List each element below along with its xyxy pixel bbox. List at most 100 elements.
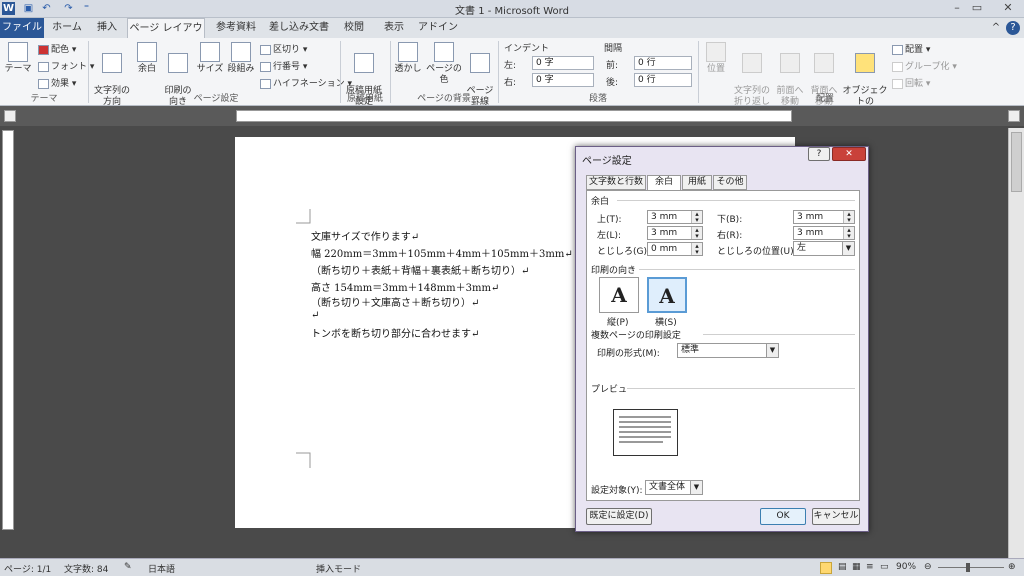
- dialog-close-button[interactable]: ✕: [832, 147, 866, 161]
- insert-mode-indicator[interactable]: 挿入モード: [316, 562, 361, 575]
- full-screen-view-icon[interactable]: ▤: [838, 562, 847, 572]
- apply-to-select[interactable]: 文書全体 ▼: [645, 480, 703, 495]
- zoom-out-icon[interactable]: ⊖: [924, 562, 932, 572]
- indent-left-input[interactable]: 0 字: [532, 56, 594, 70]
- status-bar: ページ: 1/1 文字数: 84 ✎ 日本語 挿入モード ▤ ▦ ≡ ▭ 90%…: [0, 558, 1024, 576]
- tab-home[interactable]: ホーム: [46, 18, 88, 38]
- ok-button[interactable]: OK: [760, 508, 806, 525]
- word-count[interactable]: 文字数: 84: [64, 562, 108, 575]
- draft-view-icon[interactable]: ▭: [880, 562, 889, 572]
- tab-selector-icon[interactable]: [4, 110, 16, 122]
- language-indicator[interactable]: 日本語: [148, 562, 175, 575]
- zoom-slider-thumb[interactable]: [966, 563, 970, 572]
- align-icon: [892, 44, 903, 55]
- tab-other[interactable]: その他: [713, 175, 747, 190]
- tab-view[interactable]: 表示: [376, 18, 412, 38]
- spacing-before-input[interactable]: 0 行: [634, 56, 692, 70]
- tab-paper[interactable]: 用紙: [682, 175, 712, 190]
- gutter-position-select[interactable]: 左 ▼: [793, 241, 855, 256]
- doc-line[interactable]: （断ち切り＋表紙＋背幅＋裏表紙＋断ち切り）↵: [311, 262, 529, 277]
- doc-line[interactable]: ↵: [311, 310, 319, 321]
- view-ruler-icon[interactable]: [1008, 110, 1020, 122]
- doc-line[interactable]: トンボを断ち切り部分に合わせます↵: [311, 325, 479, 340]
- tab-margins[interactable]: 余白: [647, 175, 681, 191]
- web-layout-view-icon[interactable]: ▦: [852, 562, 861, 572]
- position-button[interactable]: 位置: [702, 42, 730, 75]
- watermark-button[interactable]: 透かし: [394, 42, 422, 75]
- group-objects-button[interactable]: グループ化 ▾: [892, 59, 957, 72]
- landscape-option[interactable]: A: [647, 277, 687, 313]
- outline-view-icon[interactable]: ≡: [866, 562, 874, 572]
- doc-line[interactable]: 文庫サイズで作ります↵: [311, 228, 419, 243]
- page-color-button[interactable]: ページの色: [424, 42, 464, 86]
- margin-bottom-input[interactable]: 3 mm ▴ ▾: [793, 210, 855, 224]
- tab-insert[interactable]: 挿入: [90, 18, 124, 38]
- group-separator: [390, 41, 391, 103]
- print-format-select[interactable]: 標準 ▼: [677, 343, 779, 358]
- multipage-section-heading: 複数ページの印刷設定: [591, 331, 681, 341]
- doc-line[interactable]: （断ち切り＋文庫高さ＋断ち切り）↵: [311, 294, 479, 309]
- theme-fonts-button[interactable]: フォント ▾: [38, 59, 94, 72]
- spin-arrows-icon[interactable]: ▴ ▾: [691, 227, 702, 240]
- margin-top-input[interactable]: 3 mm ▴ ▾: [647, 210, 703, 224]
- zoom-level[interactable]: 90%: [896, 562, 916, 572]
- tab-file[interactable]: ファイル: [0, 18, 44, 38]
- portrait-option[interactable]: A: [599, 277, 639, 313]
- scrollbar-thumb[interactable]: [1011, 132, 1022, 192]
- close-button[interactable]: ✕: [992, 0, 1024, 16]
- themes-button[interactable]: テーマ: [4, 42, 32, 75]
- columns-button[interactable]: 段組み: [226, 42, 256, 75]
- hyphenation-button[interactable]: ハイフネーション ▾: [260, 76, 352, 89]
- restore-button[interactable]: ▭: [964, 0, 990, 16]
- zoom-slider[interactable]: [938, 567, 1004, 568]
- page-count[interactable]: ページ: 1/1: [4, 562, 51, 575]
- doc-line[interactable]: 高さ 154mm＝3mm＋148mm＋3mm↵: [311, 279, 499, 294]
- margin-right-input[interactable]: 3 mm ▴ ▾: [793, 226, 855, 240]
- tab-review[interactable]: 校閲: [336, 18, 372, 38]
- set-default-button[interactable]: 既定に設定(D): [586, 508, 652, 525]
- theme-fonts-icon: [38, 61, 49, 72]
- help-icon[interactable]: ?: [1006, 21, 1020, 35]
- theme-effects-button[interactable]: 効果 ▾: [38, 76, 76, 89]
- cancel-button[interactable]: キャンセル: [812, 508, 860, 525]
- page-preview: [613, 409, 678, 456]
- spin-arrows-icon[interactable]: ▴ ▾: [843, 211, 854, 224]
- tab-references[interactable]: 参考資料: [208, 18, 264, 38]
- tab-addins[interactable]: アドイン: [416, 18, 460, 38]
- gutter-input[interactable]: 0 mm ▴ ▾: [647, 242, 703, 256]
- tab-mailings[interactable]: 差し込み文書: [266, 18, 332, 38]
- group-label-page-setup: ページ設定: [193, 94, 239, 104]
- vertical-ruler[interactable]: [2, 130, 14, 530]
- spin-arrows-icon[interactable]: ▴ ▾: [691, 243, 702, 256]
- window-title: 文書 1 - Microsoft Word: [455, 6, 569, 17]
- align-button[interactable]: 配置 ▾: [892, 42, 930, 55]
- ribbon-collapse-icon[interactable]: ^: [990, 18, 1002, 38]
- spacing-after-label: 後:: [606, 78, 619, 88]
- dialog-help-button[interactable]: ?: [808, 147, 830, 161]
- theme-colors-button[interactable]: 配色 ▾: [38, 42, 76, 55]
- landscape-label: 横(S): [655, 318, 677, 328]
- spacing-after-input[interactable]: 0 行: [634, 73, 692, 87]
- breaks-button[interactable]: 区切り ▾: [260, 42, 307, 55]
- group-label-background: ページの背景: [417, 94, 471, 104]
- margin-bottom-label: 下(B):: [717, 215, 743, 225]
- indent-right-input[interactable]: 0 字: [532, 73, 594, 87]
- tab-chars-lines[interactable]: 文字数と行数: [586, 175, 646, 190]
- print-layout-view-icon[interactable]: [820, 562, 832, 574]
- dialog-panel: 余白 上(T): 3 mm ▴ ▾ 下(B): 3 mm ▴ ▾ 左(L): 3 mm ▴…: [586, 190, 860, 501]
- margins-button[interactable]: 余白: [134, 42, 160, 75]
- zoom-in-icon[interactable]: ⊕: [1008, 562, 1016, 572]
- vertical-scrollbar[interactable]: [1008, 128, 1024, 558]
- margin-left-input[interactable]: 3 mm ▴ ▾: [647, 226, 703, 240]
- spin-arrows-icon[interactable]: ▴ ▾: [691, 211, 702, 224]
- size-button[interactable]: サイズ: [196, 42, 224, 75]
- rotate-button[interactable]: 回転 ▾: [892, 76, 930, 89]
- doc-line[interactable]: 幅 220mm＝3mm＋105mm＋4mm＋105mm＋3mm↵: [311, 245, 573, 260]
- line-numbers-button[interactable]: 行番号 ▾: [260, 59, 307, 72]
- spin-arrows-icon[interactable]: ▴ ▾: [843, 227, 854, 240]
- tab-page-layout[interactable]: ページ レイアウト: [127, 18, 205, 54]
- horizontal-ruler[interactable]: [236, 110, 792, 122]
- apply-to-label: 設定対象(Y):: [591, 486, 643, 496]
- line-numbers-icon: [260, 61, 271, 72]
- proofing-icon[interactable]: ✎: [124, 562, 132, 572]
